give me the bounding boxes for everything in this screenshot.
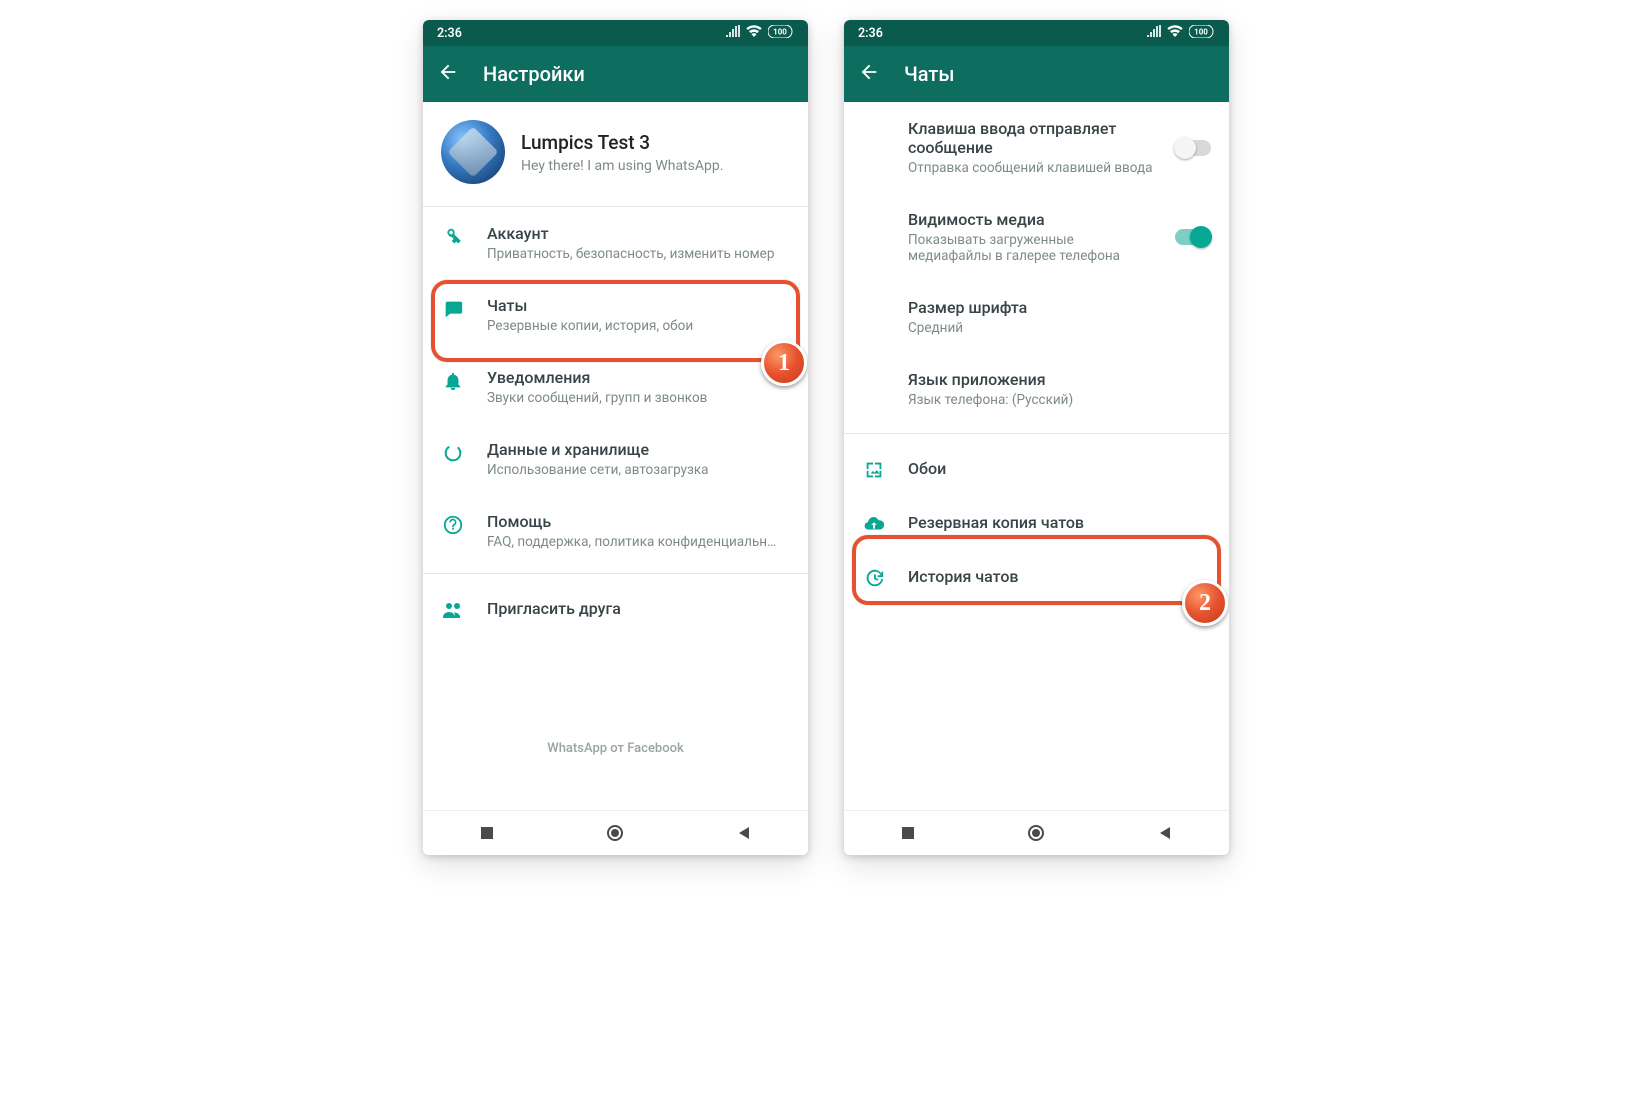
svg-text:100: 100: [1194, 27, 1208, 36]
settings-item-help[interactable]: ПомощьFAQ, поддержка, политика конфиденц…: [423, 495, 808, 567]
back-icon[interactable]: [858, 61, 880, 88]
appbar-title: Чаты: [904, 62, 954, 86]
toggle-media-visibility[interactable]: [1175, 229, 1211, 245]
status-icons: 100: [726, 25, 794, 42]
android-navbar: [423, 810, 808, 855]
phone-chats: 2:36 100 Чаты Клавиша ввода отправляет с…: [844, 20, 1229, 855]
battery-icon: 100: [1189, 25, 1215, 42]
tutorial-stage: 2:36 100 Настройки Lumpics Test 3 Hey th…: [0, 0, 1652, 1118]
settings-item-chats[interactable]: ЧатыРезервные копии, история, обои: [423, 279, 808, 351]
profile-row[interactable]: Lumpics Test 3 Hey there! I am using Wha…: [423, 102, 808, 206]
settings-item-invite[interactable]: Пригласить друга: [423, 580, 808, 638]
avatar: [441, 120, 505, 184]
android-navbar: [844, 810, 1229, 855]
chats-content: Клавиша ввода отправляет сообщение Отпра…: [844, 102, 1229, 810]
signal-icon: [1147, 25, 1161, 41]
settings-item-notifications[interactable]: УведомленияЗвуки сообщений, групп и звон…: [423, 351, 808, 423]
appbar-title: Настройки: [483, 62, 585, 86]
toggle-enter-sends[interactable]: [1175, 140, 1211, 156]
chats-item-wallpaper[interactable]: Обои: [844, 442, 1229, 496]
status-icons: 100: [1147, 25, 1215, 42]
footer-brand: WhatsApp от Facebook: [423, 741, 808, 756]
nav-home-icon[interactable]: [1027, 824, 1045, 842]
appbar-chats: Чаты: [844, 46, 1229, 102]
chats-item-media-visibility[interactable]: Видимость медиа Показывать загруженные м…: [844, 193, 1229, 281]
step-badge-1: 1: [761, 340, 807, 386]
status-time: 2:36: [858, 26, 883, 41]
chats-item-font-size[interactable]: Размер шрифта Средний: [844, 281, 1229, 353]
settings-item-data[interactable]: Данные и хранилищеИспользование сети, ав…: [423, 423, 808, 495]
step-badge-2: 2: [1182, 580, 1228, 626]
nav-recent-icon[interactable]: [900, 825, 916, 841]
profile-status: Hey there! I am using WhatsApp.: [521, 158, 723, 174]
settings-content: Lumpics Test 3 Hey there! I am using Wha…: [423, 102, 808, 810]
status-bar: 2:36 100: [844, 20, 1229, 46]
appbar-settings: Настройки: [423, 46, 808, 102]
nav-back-icon[interactable]: [736, 825, 752, 841]
status-bar: 2:36 100: [423, 20, 808, 46]
history-icon: [862, 565, 886, 589]
chats-item-backup[interactable]: Резервная копия чатов: [844, 496, 1229, 550]
profile-name: Lumpics Test 3: [521, 131, 723, 154]
cloud-upload-icon: [862, 511, 886, 535]
chats-item-history[interactable]: История чатов: [844, 550, 1229, 604]
battery-icon: 100: [768, 25, 794, 42]
chats-item-app-language[interactable]: Язык приложения Язык телефона: (Русский): [844, 353, 1229, 425]
back-icon[interactable]: [437, 61, 459, 88]
nav-home-icon[interactable]: [606, 824, 624, 842]
chat-icon: [441, 296, 465, 320]
phone-settings: 2:36 100 Настройки Lumpics Test 3 Hey th…: [423, 20, 808, 855]
wallpaper-icon: [862, 457, 886, 481]
signal-icon: [726, 25, 740, 41]
bell-icon: [441, 368, 465, 392]
chats-item-enter-sends[interactable]: Клавиша ввода отправляет сообщение Отпра…: [844, 102, 1229, 193]
help-icon: [441, 512, 465, 536]
battery-text: 100: [773, 27, 787, 36]
data-icon: [441, 440, 465, 464]
wifi-icon: [746, 25, 762, 41]
settings-item-account[interactable]: АккаунтПриватность, безопасность, измени…: [423, 207, 808, 279]
nav-recent-icon[interactable]: [479, 825, 495, 841]
key-icon: [441, 224, 465, 248]
status-time: 2:36: [437, 26, 462, 41]
people-icon: [441, 597, 465, 621]
wifi-icon: [1167, 25, 1183, 41]
nav-back-icon[interactable]: [1157, 825, 1173, 841]
